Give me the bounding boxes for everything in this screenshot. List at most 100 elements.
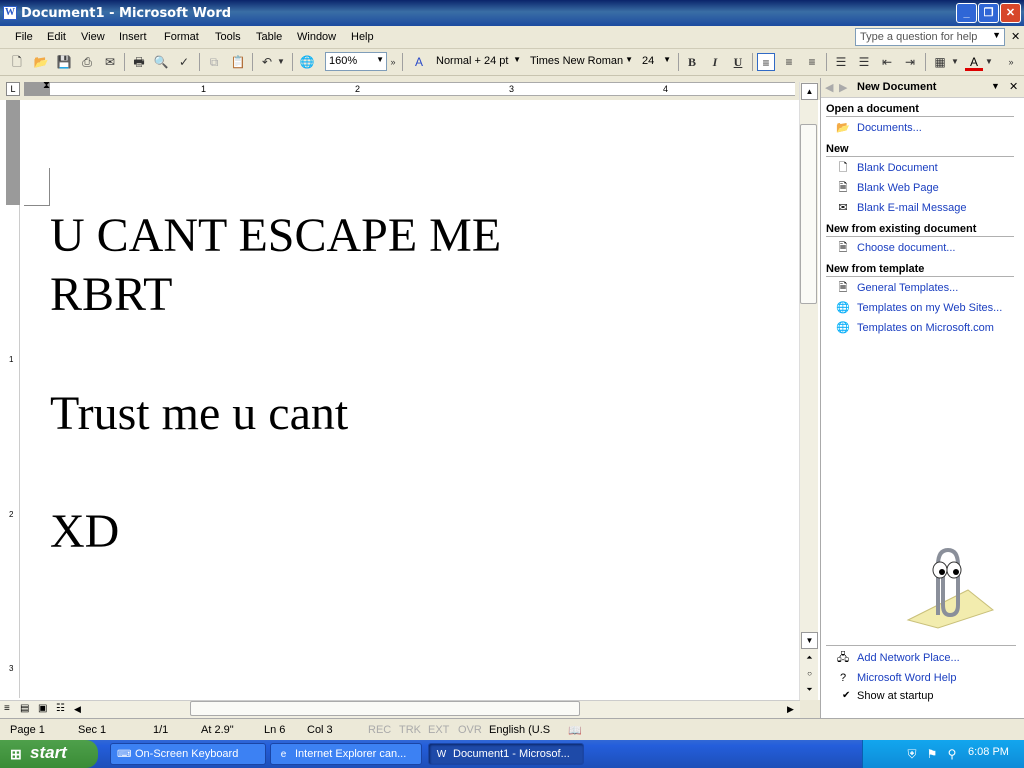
general-templates-link[interactable]: General Templates... (857, 282, 958, 294)
blank-email-link[interactable]: Blank E-mail Message (857, 202, 966, 214)
normal-view-icon[interactable]: ≡ (4, 703, 10, 714)
outline-view-icon[interactable]: ☷ (56, 703, 65, 714)
title-bar[interactable]: W Document1 - Microsoft Word (0, 0, 1024, 26)
forward-arrow-icon[interactable]: ▶ (839, 81, 847, 94)
tab-selector-icon[interactable]: L (6, 82, 20, 96)
spelling-icon[interactable]: ✓ (175, 53, 193, 71)
undo-dropdown-icon[interactable]: ▼ (276, 53, 286, 71)
zoom-select[interactable]: 160% ▼ (325, 52, 387, 71)
select-browse-object-icon[interactable]: ○ (801, 666, 818, 683)
paste-icon[interactable]: 📋 (229, 53, 247, 71)
task-word-document[interactable]: W Document1 - Microsof... (428, 743, 584, 765)
word-help-link[interactable]: Microsoft Word Help (857, 672, 956, 684)
blank-document-link[interactable]: Blank Document (857, 162, 938, 174)
restore-button[interactable]: ❐ (978, 3, 999, 23)
save-icon[interactable]: 💾 (55, 53, 73, 71)
align-right-icon[interactable]: ≡ (803, 53, 821, 71)
network-icon[interactable]: ⚑ (924, 746, 940, 762)
word-app-icon[interactable]: W (3, 6, 17, 20)
email-icon[interactable]: ✉ (101, 53, 119, 71)
minimize-button[interactable]: _ (956, 3, 977, 23)
menu-tools[interactable]: Tools (215, 31, 241, 43)
font-select[interactable]: Times New Roman ▼ (526, 52, 636, 71)
toolbar-options-icon[interactable]: » (1005, 53, 1017, 71)
document-line[interactable]: XD (50, 504, 119, 559)
toolbar-options-icon[interactable]: » (388, 53, 398, 71)
task-internet-explorer[interactable]: e Internet Explorer can... (270, 743, 422, 765)
menu-table[interactable]: Table (256, 31, 282, 43)
font-color-button[interactable]: A (965, 53, 983, 71)
start-button[interactable]: ⊞ start (0, 740, 98, 768)
borders-icon[interactable]: ▦ (931, 53, 949, 71)
italic-button[interactable]: I (706, 53, 724, 71)
align-center-icon[interactable]: ≡ (780, 53, 798, 71)
scroll-down-icon[interactable]: ▼ (801, 632, 818, 649)
scroll-left-icon[interactable]: ◀ (74, 704, 81, 715)
borders-dropdown-icon[interactable]: ▼ (950, 53, 960, 71)
styles-icon[interactable]: A (410, 53, 428, 71)
undo-icon[interactable]: ↶ (258, 53, 276, 71)
menu-view[interactable]: View (81, 31, 105, 43)
clock[interactable]: 6:08 PM (968, 746, 1009, 758)
decrease-indent-icon[interactable]: ⇤ (878, 53, 896, 71)
menu-edit[interactable]: Edit (47, 31, 66, 43)
close-document-icon[interactable]: ✕ (1011, 30, 1020, 43)
security-shield-icon[interactable]: ⛨ (904, 746, 920, 762)
menu-window[interactable]: Window (297, 31, 336, 43)
status-ext[interactable]: EXT (428, 724, 449, 736)
web-sites-templates-link[interactable]: Templates on my Web Sites... (857, 302, 1002, 314)
search-icon[interactable]: ⚲ (944, 746, 960, 762)
document-line[interactable]: Trust me u cant (50, 386, 348, 441)
chevron-down-icon[interactable]: ▼ (991, 81, 1000, 91)
increase-indent-icon[interactable]: ⇥ (901, 53, 919, 71)
choose-document-link[interactable]: Choose document... (857, 242, 955, 254)
web-layout-icon[interactable]: ▤ (20, 703, 29, 714)
horizontal-scroll-thumb[interactable] (190, 701, 580, 716)
next-page-icon[interactable]: ⏷ (801, 682, 818, 699)
ruler-bar[interactable] (30, 82, 795, 96)
permission-icon[interactable]: ⎙ (78, 53, 96, 71)
blank-web-page-link[interactable]: Blank Web Page (857, 182, 939, 194)
indent-marker-icon[interactable]: ⧗ (43, 80, 50, 91)
show-at-startup-checkbox[interactable]: ✔ (842, 690, 850, 701)
scroll-up-icon[interactable]: ▲ (801, 83, 818, 100)
font-size-select[interactable]: 24 ▼ (638, 52, 674, 71)
microsoft-templates-link[interactable]: Templates on Microsoft.com (857, 322, 994, 334)
close-button[interactable]: ✕ (1000, 3, 1021, 23)
style-select[interactable]: Normal + 24 pt ▼ (432, 52, 524, 71)
menu-insert[interactable]: Insert (119, 31, 147, 43)
align-left-icon[interactable]: ≡ (757, 53, 775, 71)
document-line[interactable]: U CANT ESCAPE ME (50, 208, 501, 263)
new-document-icon[interactable]: 🗋 (8, 53, 26, 71)
task-on-screen-keyboard[interactable]: ⌨ On-Screen Keyboard (110, 743, 266, 765)
menu-format[interactable]: Format (164, 31, 199, 43)
close-icon[interactable]: ✕ (1009, 80, 1018, 93)
menu-file[interactable]: File (15, 31, 33, 43)
help-question-input[interactable]: Type a question for help ▼ (855, 28, 1005, 46)
status-trk[interactable]: TRK (399, 724, 421, 736)
back-arrow-icon[interactable]: ◀ (825, 81, 833, 94)
status-rec[interactable]: REC (368, 724, 391, 736)
bold-button[interactable]: B (683, 53, 701, 71)
underline-button[interactable]: U (729, 53, 747, 71)
copy-icon[interactable]: ⧉ (205, 53, 223, 71)
print-layout-icon[interactable]: ▣ (38, 703, 47, 714)
document-line[interactable]: RBRT (50, 267, 172, 322)
print-preview-icon[interactable]: 🔍 (152, 53, 170, 71)
numbering-icon[interactable]: ☰ (832, 53, 850, 71)
office-assistant-clippy[interactable] (898, 540, 998, 630)
print-icon[interactable]: 🖶 (130, 53, 148, 71)
previous-page-icon[interactable]: ⏶ (801, 650, 818, 667)
font-color-dropdown-icon[interactable]: ▼ (984, 53, 994, 71)
hyperlink-icon[interactable]: 🌐 (298, 53, 316, 71)
status-ovr[interactable]: OVR (458, 724, 482, 736)
documents-link[interactable]: Documents... (857, 122, 922, 134)
document-page[interactable]: U CANT ESCAPE ME RBRT Trust me u cant XD (24, 100, 799, 698)
vertical-scroll-thumb[interactable] (800, 124, 817, 304)
open-folder-icon[interactable]: 📂 (32, 53, 50, 71)
add-network-place-link[interactable]: Add Network Place... (857, 652, 960, 664)
menu-help[interactable]: Help (351, 31, 374, 43)
bullets-icon[interactable]: ☰ (855, 53, 873, 71)
spelling-status-icon[interactable]: 📖 (568, 724, 582, 737)
scroll-right-icon[interactable]: ▶ (787, 704, 794, 715)
